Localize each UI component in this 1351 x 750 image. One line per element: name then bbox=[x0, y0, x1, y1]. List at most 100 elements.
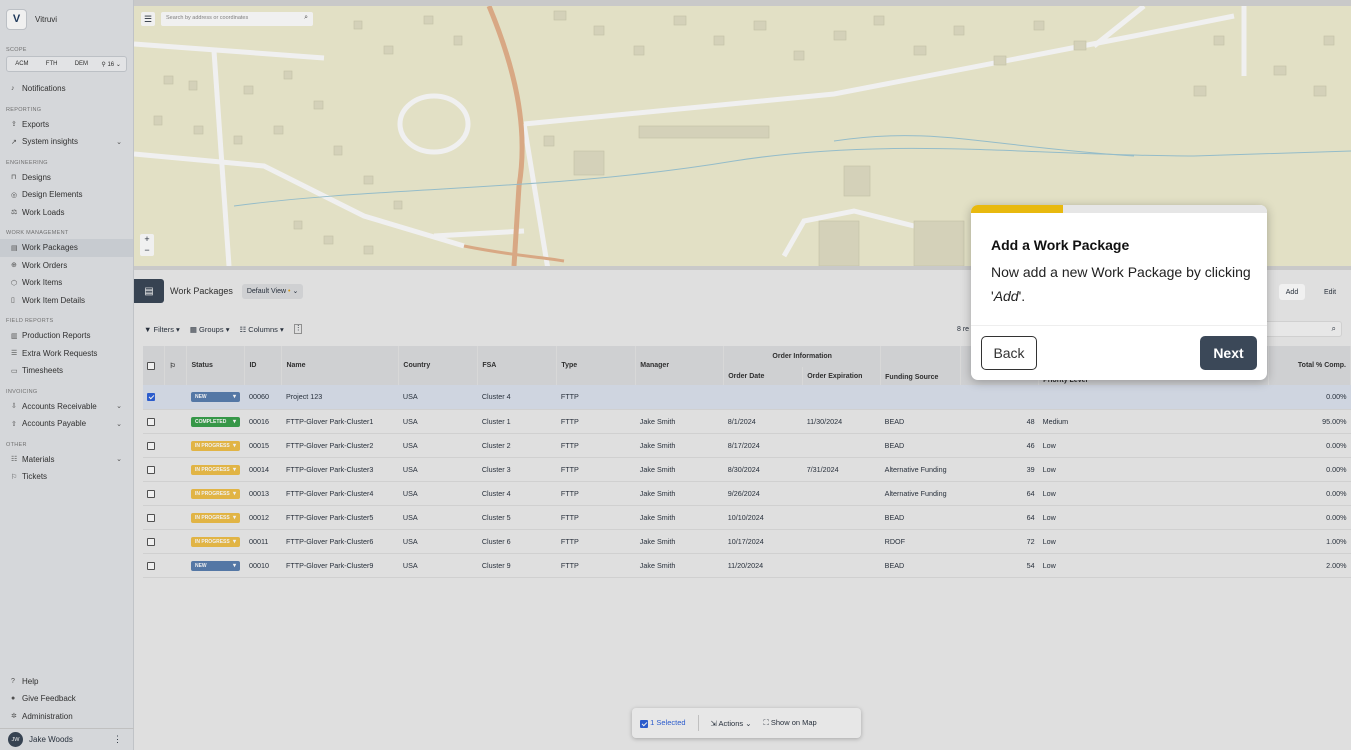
name-cell[interactable]: FTTP-Glover Park-Cluster9 bbox=[281, 553, 399, 578]
sidebar-item-designs[interactable]: ⊓ Designs bbox=[0, 169, 133, 187]
tour-next-button[interactable]: Next bbox=[1200, 336, 1257, 370]
table-row[interactable]: COMPLETED 00016 FTTP-Glover Park-Cluster… bbox=[143, 409, 1351, 434]
row-checkbox[interactable] bbox=[147, 465, 155, 474]
table-row[interactable]: IN PROGRESS 00012 FTTP-Glover Park-Clust… bbox=[143, 505, 1351, 530]
name-cell[interactable]: FTTP-Glover Park-Cluster5 bbox=[281, 505, 399, 530]
zoom-in-button[interactable]: + bbox=[140, 234, 154, 245]
sidebar-item-work-item-details[interactable]: ▯ Work Item Details bbox=[0, 292, 133, 310]
scope-location[interactable]: ⚲ 16 ⌄ bbox=[96, 61, 126, 68]
table-row[interactable]: IN PROGRESS 00014 FTTP-Glover Park-Clust… bbox=[143, 457, 1351, 482]
filters-button[interactable]: ▼ Filters ▾ bbox=[144, 325, 180, 334]
column-header-order-expiration[interactable]: Order Expiration bbox=[802, 367, 882, 385]
scope-selector[interactable]: ACM FTH DEM ⚲ 16 ⌄ bbox=[6, 56, 127, 72]
sidebar-item-give-feedback[interactable]: ● Give Feedback bbox=[0, 690, 134, 708]
status-badge[interactable]: IN PROGRESS bbox=[190, 464, 240, 475]
name-cell[interactable]: Project 123 bbox=[281, 385, 399, 410]
table-search-input[interactable]: ⌕ bbox=[1264, 321, 1342, 337]
show-on-map-button[interactable]: ⛶ Show on Map bbox=[764, 718, 817, 728]
sidebar-item-work-packages[interactable]: ▤ Work Packages bbox=[0, 239, 133, 257]
column-header-name[interactable]: Name bbox=[281, 346, 400, 385]
row-checkbox[interactable] bbox=[147, 489, 155, 498]
sidebar-item-administration[interactable]: ✲ Administration bbox=[0, 708, 134, 726]
edit-button[interactable]: Edit bbox=[1318, 284, 1342, 300]
column-header-funding[interactable]: Funding Source bbox=[880, 346, 962, 385]
sidebar-item-accounts-receivable[interactable]: ⇩ Accounts Receivable ⌄ bbox=[0, 398, 133, 416]
table-row[interactable]: IN PROGRESS 00013 FTTP-Glover Park-Clust… bbox=[143, 481, 1351, 506]
row-checkbox[interactable] bbox=[147, 441, 155, 450]
sidebar-item-work-items[interactable]: ⬡ Work Items bbox=[0, 274, 133, 292]
name-cell[interactable]: FTTP-Glover Park-Cluster4 bbox=[281, 481, 399, 506]
table-row[interactable]: NEW 00060 Project 123 USA Cluster 4 FTTP… bbox=[143, 385, 1351, 410]
row-checkbox[interactable] bbox=[147, 417, 155, 426]
sidebar-item-work-orders[interactable]: ⊕ Work Orders bbox=[0, 257, 133, 275]
zoom-out-button[interactable]: − bbox=[140, 245, 154, 256]
sidebar-item-help[interactable]: ? Help bbox=[0, 673, 134, 691]
column-header-manager[interactable]: Manager bbox=[635, 346, 725, 385]
add-button[interactable]: Add bbox=[1279, 284, 1305, 300]
name-cell[interactable]: FTTP-Glover Park-Cluster2 bbox=[281, 433, 399, 458]
name-cell[interactable]: FTTP-Glover Park-Cluster1 bbox=[281, 409, 399, 434]
name-cell[interactable]: FTTP-Glover Park-Cluster6 bbox=[281, 529, 399, 554]
scope-acm[interactable]: ACM bbox=[7, 61, 37, 67]
column-header-country[interactable]: Country bbox=[398, 346, 479, 385]
column-header-order-date[interactable]: Order Date bbox=[723, 367, 804, 385]
status-badge[interactable]: NEW bbox=[190, 560, 240, 571]
sidebar-item-system-insights[interactable]: ↗ System insights ⌄ bbox=[0, 133, 133, 151]
sidebar-item-label: Accounts Receivable bbox=[22, 401, 97, 411]
order-date-cell bbox=[723, 385, 803, 410]
sidebar-item-accounts-payable[interactable]: ⇧ Accounts Payable ⌄ bbox=[0, 415, 133, 433]
sidebar-item-design-elements[interactable]: ◎ Design Elements bbox=[0, 186, 133, 204]
receivable-icon: ⇩ bbox=[11, 403, 17, 411]
archive-icon: ▤ bbox=[134, 279, 164, 303]
status-badge[interactable]: IN PROGRESS bbox=[190, 488, 240, 499]
tour-back-button[interactable]: Back bbox=[981, 336, 1037, 370]
status-badge[interactable]: IN PROGRESS bbox=[190, 512, 240, 523]
sidebar-item-extra-work-requests[interactable]: ☰ Extra Work Requests bbox=[0, 345, 133, 363]
map-search-input[interactable]: Search by address or coordinates ⌕ bbox=[161, 12, 313, 26]
sidebar-item-production-reports[interactable]: ▥ Production Reports bbox=[0, 327, 133, 345]
sidebar-item-timesheets[interactable]: ▭ Timesheets bbox=[0, 362, 133, 380]
brand[interactable]: V Vitruvi bbox=[0, 0, 133, 38]
status-badge[interactable]: IN PROGRESS bbox=[190, 536, 240, 547]
sidebar-item-exports[interactable]: ⇪ Exports bbox=[0, 116, 133, 134]
sidebar-item-work-loads[interactable]: ⚖ Work Loads bbox=[0, 204, 133, 222]
groups-button[interactable]: ▦ Groups ▾ bbox=[190, 325, 230, 334]
column-header-id[interactable]: ID bbox=[244, 346, 283, 385]
kebab-icon[interactable]: ⋮ bbox=[113, 734, 122, 745]
column-header-total[interactable]: Total % Comp. bbox=[1268, 346, 1351, 385]
funding-cell: BEAD bbox=[880, 505, 961, 530]
nav-section-heading: REPORTING bbox=[6, 106, 42, 113]
manager-cell: Jake Smith bbox=[635, 433, 724, 458]
row-checkbox[interactable] bbox=[147, 513, 155, 522]
more-options-icon[interactable]: ⋮ bbox=[293, 324, 302, 334]
user-menu[interactable]: JW Jake Woods ⋮ bbox=[0, 728, 134, 750]
sidebar-item-materials[interactable]: ☷ Materials ⌄ bbox=[0, 451, 133, 469]
column-header-fsa[interactable]: FSA bbox=[477, 346, 558, 385]
work-packages-table: ⚐ Status ID Name Country FSA Type Manage… bbox=[143, 346, 1351, 578]
type-cell: FTTP bbox=[556, 457, 636, 482]
columns-button[interactable]: ☷ Columns ▾ bbox=[239, 325, 283, 334]
status-badge[interactable]: NEW bbox=[190, 392, 240, 403]
type-cell: FTTP bbox=[556, 409, 636, 434]
scope-dem[interactable]: DEM bbox=[67, 61, 97, 67]
table-row[interactable]: IN PROGRESS 00015 FTTP-Glover Park-Clust… bbox=[143, 433, 1351, 458]
row-checkbox[interactable] bbox=[147, 561, 155, 570]
work-items-icon: ⬡ bbox=[11, 279, 18, 287]
table-row[interactable]: IN PROGRESS 00011 FTTP-Glover Park-Clust… bbox=[143, 529, 1351, 554]
scope-fth[interactable]: FTH bbox=[37, 61, 67, 67]
select-all-checkbox[interactable] bbox=[147, 361, 155, 370]
status-badge[interactable]: COMPLETED bbox=[190, 416, 240, 427]
status-badge[interactable]: IN PROGRESS bbox=[190, 440, 240, 451]
sidebar-item-notifications[interactable]: ♪ Notifications bbox=[0, 80, 133, 98]
selection-count[interactable]: 1 Selected bbox=[640, 718, 686, 728]
column-header-type[interactable]: Type bbox=[556, 346, 637, 385]
name-cell[interactable]: FTTP-Glover Park-Cluster3 bbox=[281, 457, 399, 482]
sidebar-item-tickets[interactable]: ⚐ Tickets bbox=[0, 468, 133, 486]
row-checkbox[interactable] bbox=[147, 537, 155, 546]
actions-button[interactable]: ⇲ Actions ⌄ bbox=[711, 719, 752, 728]
table-row[interactable]: NEW 00010 FTTP-Glover Park-Cluster9 USA … bbox=[143, 553, 1351, 578]
column-header-status[interactable]: Status bbox=[186, 346, 246, 385]
row-checkbox[interactable] bbox=[147, 393, 155, 402]
map-menu-button[interactable]: ☰ bbox=[141, 12, 155, 26]
view-selector[interactable]: Default View • ⌄ bbox=[241, 283, 304, 299]
